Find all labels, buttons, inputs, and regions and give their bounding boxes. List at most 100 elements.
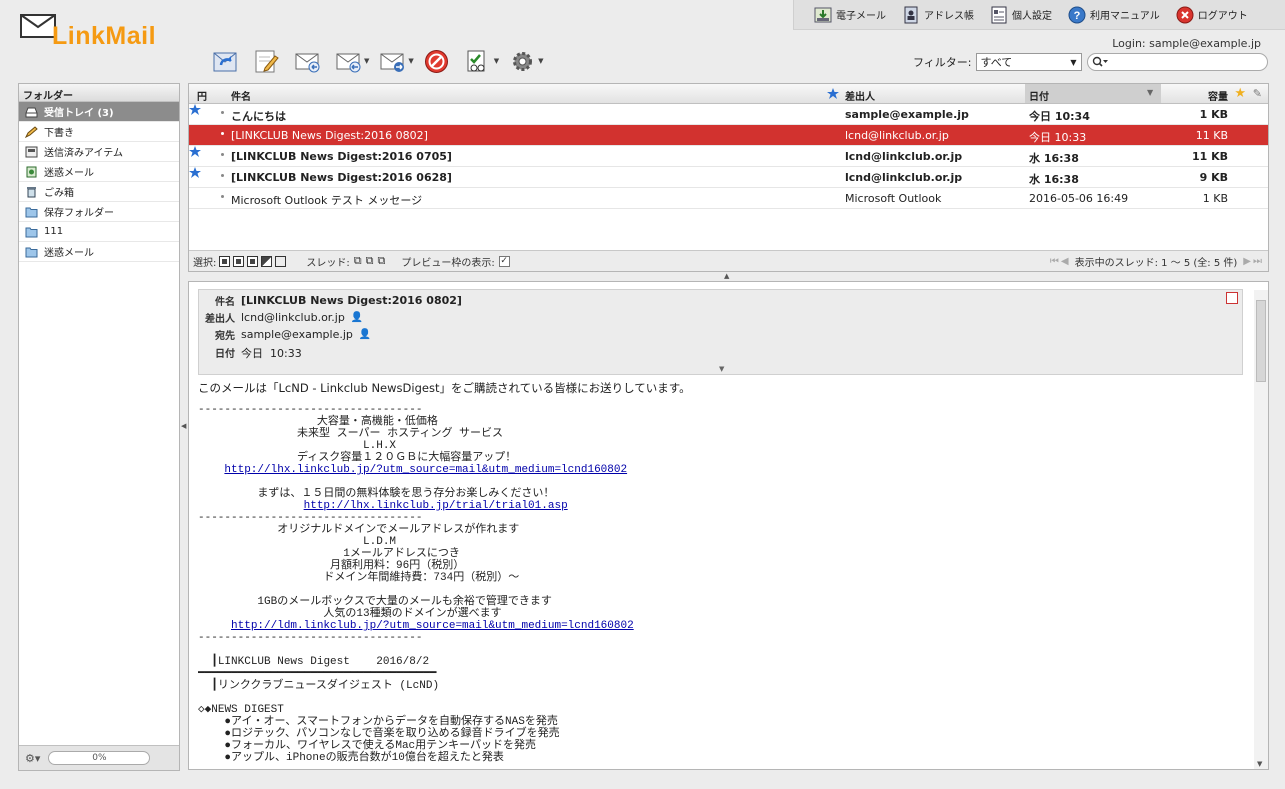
nav-address-book[interactable]: アドレス帳 (902, 6, 974, 24)
reply-all-button[interactable] (333, 46, 363, 76)
compose-button[interactable] (251, 46, 281, 76)
folder-panel-title: フォルダー (19, 84, 179, 102)
message-subject: [LINKCLUB News Digest:2016 0802] (231, 129, 428, 142)
header-from-value[interactable]: lcnd@linkclub.or.jp (241, 311, 345, 324)
folder-drafts-label: 下書き (44, 128, 74, 139)
add-contact-icon[interactable]: 👤 (359, 329, 371, 340)
folder-saved[interactable]: 保存フォルダー (19, 202, 179, 222)
folder-collapse-handle[interactable]: ◀ (181, 422, 186, 430)
preview-toggle-checkbox[interactable]: ✓ (498, 255, 510, 267)
body-line: ●フォーカル、ワイヤレスで使えるMac用テンキーパッドを発売 (198, 740, 537, 752)
header-to-value[interactable]: sample@example.jp (241, 328, 353, 341)
select-all-icon[interactable] (219, 255, 231, 267)
select-unread-icon[interactable] (247, 255, 259, 267)
folder-actions-gear-icon[interactable]: ⚙▾ (25, 752, 40, 765)
body-link[interactable]: http://lhx.linkclub.jp/trial/trial01.asp (304, 500, 568, 512)
open-window-icon[interactable] (1226, 292, 1238, 304)
nav-manual[interactable]: ? 利用マニュアル (1068, 6, 1160, 24)
login-info: Login: sample@example.jp (1112, 37, 1261, 50)
folder-drafts[interactable]: 下書き (19, 122, 179, 142)
check-mail-button[interactable] (210, 46, 240, 76)
filter-select-value: すべて (980, 56, 1013, 69)
forward-menu-arrow-icon[interactable]: ▼ (408, 57, 413, 65)
column-subject[interactable]: 件名 (231, 88, 251, 103)
message-from: Microsoft Outlook (845, 192, 942, 205)
folder-icon (25, 227, 38, 237)
mark-button[interactable] (463, 46, 493, 76)
column-size[interactable]: 容量 (1208, 88, 1228, 103)
header-subject-row: 件名 [LINKCLUB News Digest:2016 0802] (199, 292, 462, 309)
folder-trash[interactable]: ごみ箱 (19, 182, 179, 202)
nav-logout[interactable]: ログアウト (1176, 6, 1248, 24)
compose-pencil-icon (255, 50, 279, 72)
prev-page-icon[interactable]: ◀ (1061, 256, 1069, 267)
thread-label: スレッド: (306, 257, 350, 269)
reply-menu-arrow-icon[interactable]: ▼ (364, 57, 369, 65)
select-invert-icon[interactable] (261, 255, 273, 267)
reply-mail-icon (295, 53, 319, 72)
body-line: 1GBのメールボックスで大量のメールも余裕で管理できます (198, 596, 552, 608)
message-row[interactable]: Microsoft Outlook テスト メッセージ Microsoft Ou… (189, 188, 1268, 209)
select-none-icon[interactable] (275, 255, 287, 267)
forward-button[interactable] (377, 46, 407, 76)
nav-email[interactable]: 電子メール (814, 6, 886, 24)
help-icon: ? (1068, 6, 1086, 23)
mark-menu-arrow-icon[interactable]: ▼ (494, 57, 499, 65)
folder-junk[interactable]: 迷惑メール (19, 162, 179, 182)
body-line (198, 584, 1243, 596)
expand-header-icon[interactable]: ▼ (719, 365, 724, 373)
header-date-row: 日付 今日 10:33 (199, 344, 302, 361)
reply-button[interactable] (292, 46, 322, 76)
thread-expand-all-icon[interactable]: ⧉ (354, 254, 362, 268)
filter-select[interactable]: すべて ▼ (975, 53, 1082, 71)
message-row[interactable]: [LINKCLUB News Digest:2016 0628] lcnd@li… (189, 167, 1268, 188)
sort-desc-icon: ▼ (1147, 88, 1154, 97)
body-line: ┃リンククラブニュースダイジェスト (LcND) (198, 680, 440, 692)
body-link[interactable]: http://lhx.linkclub.jp/?utm_source=mail&… (224, 464, 627, 476)
folder-111[interactable]: 111 (19, 222, 179, 242)
folder-sent[interactable]: 送信済みアイテム (19, 142, 179, 162)
message-date: 水 16:38 (1029, 173, 1079, 186)
folder-footer: ⚙▾ 0% (19, 745, 179, 770)
search-input[interactable] (1087, 53, 1268, 71)
trash-icon (27, 186, 36, 197)
scroll-down-icon[interactable]: ▼ (1257, 760, 1262, 768)
first-page-icon[interactable]: ⏮ (1050, 256, 1059, 267)
junk-icon (26, 166, 37, 177)
quota-meter: 0% (48, 751, 151, 765)
splitter-handle[interactable]: ▲ (724, 272, 729, 280)
body-line (198, 476, 1243, 488)
message-list: 円 件名 差出人 日付 ▼ 容量 ★ ✎ こんにちは sample@exampl… (188, 83, 1269, 272)
body-line: ●アップル、iPhoneの販売台数が10億台を超えたと発表 (198, 752, 504, 764)
message-row[interactable]: こんにちは sample@example.jp 今日 10:34 1 KB (189, 104, 1268, 125)
add-contact-icon[interactable]: 👤 (351, 312, 363, 323)
thread-count-status: 表示中のスレッド: 1 ～ 5 (全: 5 件) (1074, 257, 1238, 269)
message-body-text: ---------------------------------- 大容量・高… (198, 404, 1243, 764)
refresh-mail-icon (213, 52, 236, 71)
message-row[interactable]: [LINKCLUB News Digest:2016 0705] lcnd@li… (189, 146, 1268, 167)
message-row-selected[interactable]: [LINKCLUB News Digest:2016 0802] lcnd@li… (189, 125, 1268, 146)
column-from[interactable]: 差出人 (845, 88, 875, 103)
chevron-down-icon: ▼ (1070, 57, 1077, 67)
message-size: 1 KB (1199, 108, 1228, 121)
next-page-icon[interactable]: ▶ (1243, 256, 1251, 267)
scrollbar-thumb[interactable] (1256, 300, 1266, 382)
preview-scrollbar[interactable]: ▼ (1254, 290, 1268, 769)
folder-111-label: 111 (44, 226, 64, 237)
options-menu-arrow-icon[interactable]: ▼ (538, 57, 543, 65)
last-page-icon[interactable]: ⏭ (1253, 256, 1262, 267)
column-thread[interactable]: 円 (197, 88, 207, 103)
message-size: 11 KB (1195, 129, 1228, 142)
options-button[interactable] (507, 46, 537, 76)
thread-expand-unread-icon[interactable]: ⧉ (366, 254, 374, 268)
delete-button[interactable] (422, 46, 452, 76)
folder-inbox[interactable]: 受信トレイ (3) (19, 102, 179, 122)
message-subject: [LINKCLUB News Digest:2016 0628] (231, 171, 452, 184)
select-current-page-icon[interactable] (233, 255, 245, 267)
thread-collapse-all-icon[interactable]: ⧉ (377, 254, 385, 268)
body-line: オリジナルドメインでメールアドレスが作れます (198, 524, 520, 536)
body-link[interactable]: http://ldm.linkclub.jp/?utm_source=mail&… (231, 620, 634, 632)
gear-icon (512, 51, 532, 71)
nav-settings[interactable]: 個人設定 (990, 6, 1052, 24)
folder-junk-2[interactable]: 迷惑メール (19, 242, 179, 262)
